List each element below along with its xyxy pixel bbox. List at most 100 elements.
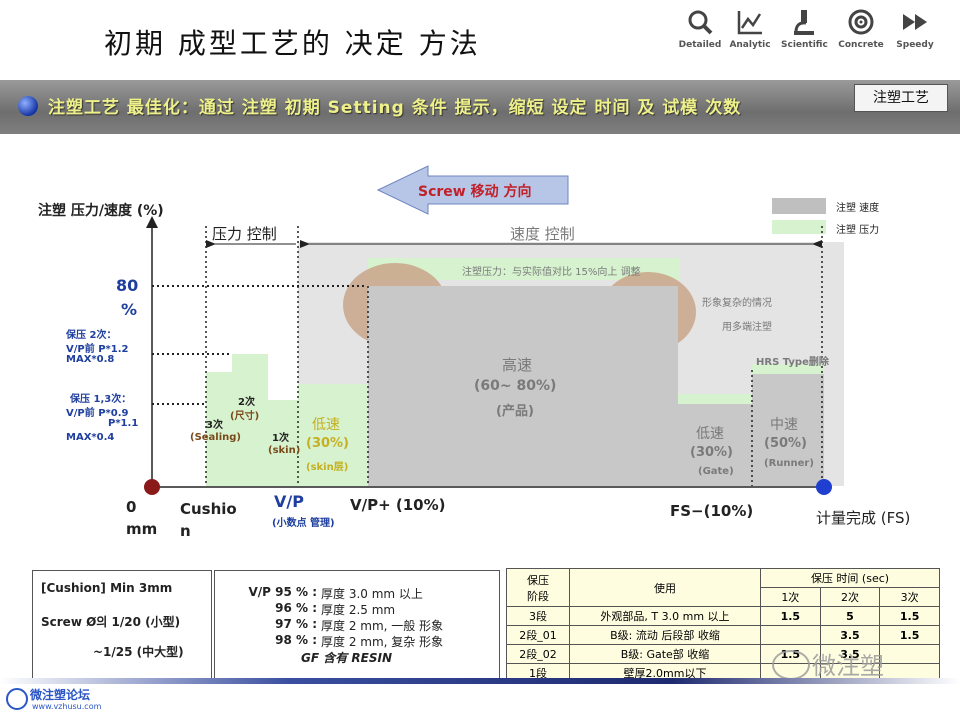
header-text: 保压 [527, 573, 549, 587]
vp-note-pct: 96 % : [275, 601, 317, 615]
vp-plus-label: V/P+ (10%) [350, 496, 446, 514]
watermark-right: 微注塑 [812, 652, 884, 680]
low1-pct: (30%) [306, 436, 349, 451]
mid-sub: (Runner) [764, 458, 814, 469]
y-axis-title: 注塑 压力/速度 (%) [38, 203, 164, 219]
toolbar-item-detailed[interactable]: Detailed [677, 8, 723, 50]
cushion-label: Cushio [180, 500, 237, 518]
cell-stage: 2段_01 [506, 625, 570, 645]
hold2-line2: V/P前 P*1.2 [66, 344, 129, 355]
stage1-label: 1次 [272, 433, 289, 444]
cell-use: B级: Gate部 收缩 [569, 644, 761, 664]
cushion-note-2: Screw Ø의 1/20 (小型) [41, 615, 181, 629]
cushion-label-2: n [180, 522, 191, 540]
vp-note-text: 厚度 2 mm, 复杂 形象 [321, 635, 444, 649]
low2-label: 低速 [696, 426, 724, 442]
vp-note-text: 厚度 2 mm, 一般 形象 [321, 619, 444, 633]
cushion-note-1: [Cushion] Min 3mm [41, 581, 173, 595]
table-header-c1: 1次 [760, 587, 821, 607]
toolbar-label: Detailed [678, 40, 722, 50]
y-80-label: 80 [116, 276, 139, 295]
forum-logo-icon [6, 688, 28, 710]
hold2-line1: 保压 2次： [66, 330, 117, 341]
cell-c3 [879, 644, 940, 664]
high-pct: (60~ 80%) [474, 378, 557, 394]
hold2-line3: MAX*0.8 [66, 354, 115, 365]
mid-pct: (50%) [764, 436, 807, 451]
low1-label: 低速 [312, 417, 340, 433]
pressure-note: 注塑压力：与实际值对比 15%向上 调整 [462, 267, 641, 278]
y-80-unit: % [121, 300, 138, 319]
bullet-icon [18, 96, 38, 116]
cell-c3: 1.5 [879, 606, 940, 626]
high-sub: (产品) [496, 404, 534, 419]
chart-icon [737, 11, 762, 35]
hold13-line4: MAX*0.4 [66, 432, 115, 443]
legend-swatch-pressure [772, 220, 826, 234]
watermark-url: www.vzhusu.com [32, 702, 102, 711]
cell-c2: 3.5 [819, 625, 881, 645]
stage3-sub: (Sealing) [190, 432, 242, 443]
toolbar-item-analytic[interactable]: Analytic [727, 8, 773, 50]
x0-unit: mm [126, 520, 158, 538]
search-icon [688, 10, 713, 35]
vp-notes-box: V/P 95 % : 厚度 3.0 mm 以上 96 % : 厚度 2.5 mm… [214, 570, 500, 680]
origin-point [144, 479, 160, 495]
cushion-notes-box: [Cushion] Min 3mm Screw Ø의 1/20 (小型) ~1/… [32, 570, 212, 680]
table-header-use: 使用 [569, 568, 761, 607]
table-row: 3段 外观部品, T 3.0 mm 以上 1.5 5 1.5 [506, 606, 940, 626]
table-header-stage: 保压 阶段 [506, 568, 570, 607]
fs-label: 计量完成 (FS) [816, 509, 911, 527]
table-header-time: 保压 时间 (sec) [760, 568, 940, 588]
legend-label-pressure: 注塑 压力 [836, 225, 880, 236]
low2-pct: (30%) [690, 445, 733, 460]
table-header-c2: 2次 [819, 587, 881, 607]
toolbar-label: Concrete [838, 40, 884, 50]
vp-note-pct: 97 % : [275, 617, 317, 631]
table-row: 2段_01 B级: 流动 后段部 收缩 3.5 1.5 [506, 625, 940, 645]
fast-forward-icon [903, 14, 927, 30]
mid-label: 中速 [770, 417, 798, 433]
cell-use: 外观部品, T 3.0 mm 以上 [569, 606, 761, 626]
legend-swatch-speed [772, 198, 826, 214]
vp-note-text: 厚度 2.5 mm [321, 603, 396, 617]
vp-note-pct: V/P 95 % : [248, 585, 317, 599]
category-badge: 注塑工艺 [854, 84, 948, 112]
legend-label-speed: 注塑 速度 [836, 203, 880, 214]
chat-bubble-icon [772, 650, 810, 680]
high-label: 高速 [502, 356, 533, 374]
vp-label: V/P [274, 492, 304, 511]
gate-pressure-strip [678, 394, 752, 404]
low1-sub: (skin层) [306, 462, 349, 473]
screw-direction-label: Screw 移动 方向 [418, 184, 532, 200]
pressure-control-label: 压力 控制 [212, 225, 277, 243]
low2-sub: (Gate) [698, 466, 734, 477]
table-header-c3: 3次 [879, 587, 940, 607]
page-title: 初期 成型工艺的 决定 方法 [104, 27, 481, 60]
hold13-line1: 保压 1,3次： [70, 394, 132, 405]
vp-sub: (小数点 管理) [272, 518, 335, 529]
vp-note-text: GF 含有 RESIN [301, 651, 392, 665]
complex-note-1: 形象复杂的情况 [702, 298, 772, 309]
cell-c2: 5 [819, 606, 881, 626]
footer-bar [0, 678, 960, 684]
toolbar-item-scientific[interactable]: Scientific [781, 8, 828, 50]
cell-stage: 2段_02 [506, 644, 570, 664]
fs-point [816, 479, 832, 495]
target-icon [848, 9, 874, 35]
toolbar-item-concrete[interactable]: Concrete [838, 8, 884, 50]
vp-note-text: 厚度 3.0 mm 以上 [321, 587, 423, 601]
toolbar-label: Scientific [781, 40, 828, 50]
cell-c1 [760, 625, 821, 645]
toolbar-label: Speedy [896, 40, 934, 50]
speed-control-label: 速度 控制 [510, 225, 575, 243]
hold13-line3: P*1.1 [108, 418, 139, 429]
toolbar-label: Analytic [729, 40, 771, 50]
x0-label: 0 [126, 498, 137, 516]
hold13-line2: V/P前 P*0.9 [66, 408, 129, 419]
fs-minus-label: FS−(10%) [670, 502, 754, 520]
header-text: 阶段 [527, 589, 549, 603]
stage3-label: 3次 [206, 420, 223, 431]
headline-text: 注塑工艺 最佳化：通过 注塑 初期 Setting 条件 提示，缩短 设定 时间… [48, 98, 742, 118]
toolbar-item-speedy[interactable]: Speedy [892, 8, 938, 50]
